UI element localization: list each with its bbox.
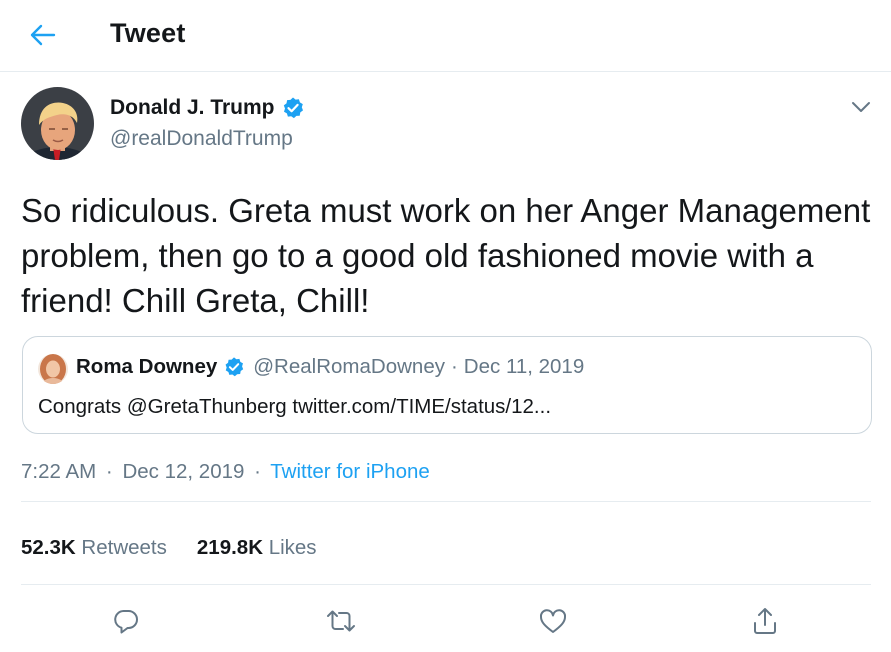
share-button[interactable]	[747, 603, 783, 639]
quoted-author-name: Roma Downey	[76, 355, 218, 378]
retweets-count: 52.3K	[21, 536, 76, 559]
quoted-tweet-header: Roma Downey @RealRomaDowney · Dec 11, 20…	[76, 355, 584, 379]
retweet-icon	[327, 610, 355, 632]
retweets-stat[interactable]: 52.3K Retweets	[21, 536, 167, 560]
arrow-left-icon	[30, 24, 56, 46]
like-button[interactable]	[535, 603, 571, 639]
author-name-row[interactable]: Donald J. Trump	[110, 96, 305, 120]
retweet-button[interactable]	[323, 603, 359, 639]
header-bar: Tweet	[0, 0, 891, 72]
divider	[21, 501, 871, 502]
share-icon	[754, 608, 776, 634]
tweet-source-link[interactable]: Twitter for iPhone	[270, 460, 430, 483]
page-title: Tweet	[110, 18, 186, 48]
tweet-stats: 52.3K Retweets 219.8K Likes	[21, 536, 347, 560]
tweet-text: So ridiculous. Greta must work on her An…	[21, 192, 871, 319]
like-icon	[539, 609, 567, 633]
meta-separator: ·	[105, 460, 113, 483]
verified-badge-icon	[283, 97, 303, 119]
likes-stat[interactable]: 219.8K Likes	[197, 536, 317, 560]
meta-separator: ·	[254, 460, 261, 483]
verified-badge-icon	[225, 357, 244, 377]
tweet-meta: 7:22 AM · Dec 12, 2019 · Twitter for iPh…	[21, 460, 430, 484]
quoted-tweet-text: Congrats @GretaThunberg twitter.com/TIME…	[38, 395, 552, 418]
quoted-tweet-card[interactable]: Roma Downey @RealRomaDowney · Dec 11, 20…	[22, 336, 872, 434]
tweet-time: 7:22 AM	[21, 460, 97, 483]
reply-icon	[114, 610, 138, 634]
tweet-date: Dec 12, 2019	[122, 460, 245, 483]
retweets-label: Retweets	[81, 536, 167, 559]
likes-label: Likes	[268, 536, 317, 559]
author-handle[interactable]: @realDonaldTrump	[110, 127, 293, 151]
divider	[21, 584, 871, 585]
author-name: Donald J. Trump	[110, 96, 275, 119]
more-options-button[interactable]	[846, 95, 876, 119]
back-button[interactable]	[24, 18, 62, 52]
reply-button[interactable]	[108, 603, 144, 639]
author-avatar[interactable]	[21, 87, 94, 160]
quoted-author-avatar	[38, 354, 68, 384]
quoted-author-handle: @RealRomaDowney	[253, 355, 445, 378]
likes-count: 219.8K	[196, 536, 263, 559]
quoted-tweet-date: Dec 11, 2019	[463, 355, 585, 378]
quoted-separator: ·	[450, 355, 458, 378]
chevron-down-icon	[852, 102, 870, 112]
